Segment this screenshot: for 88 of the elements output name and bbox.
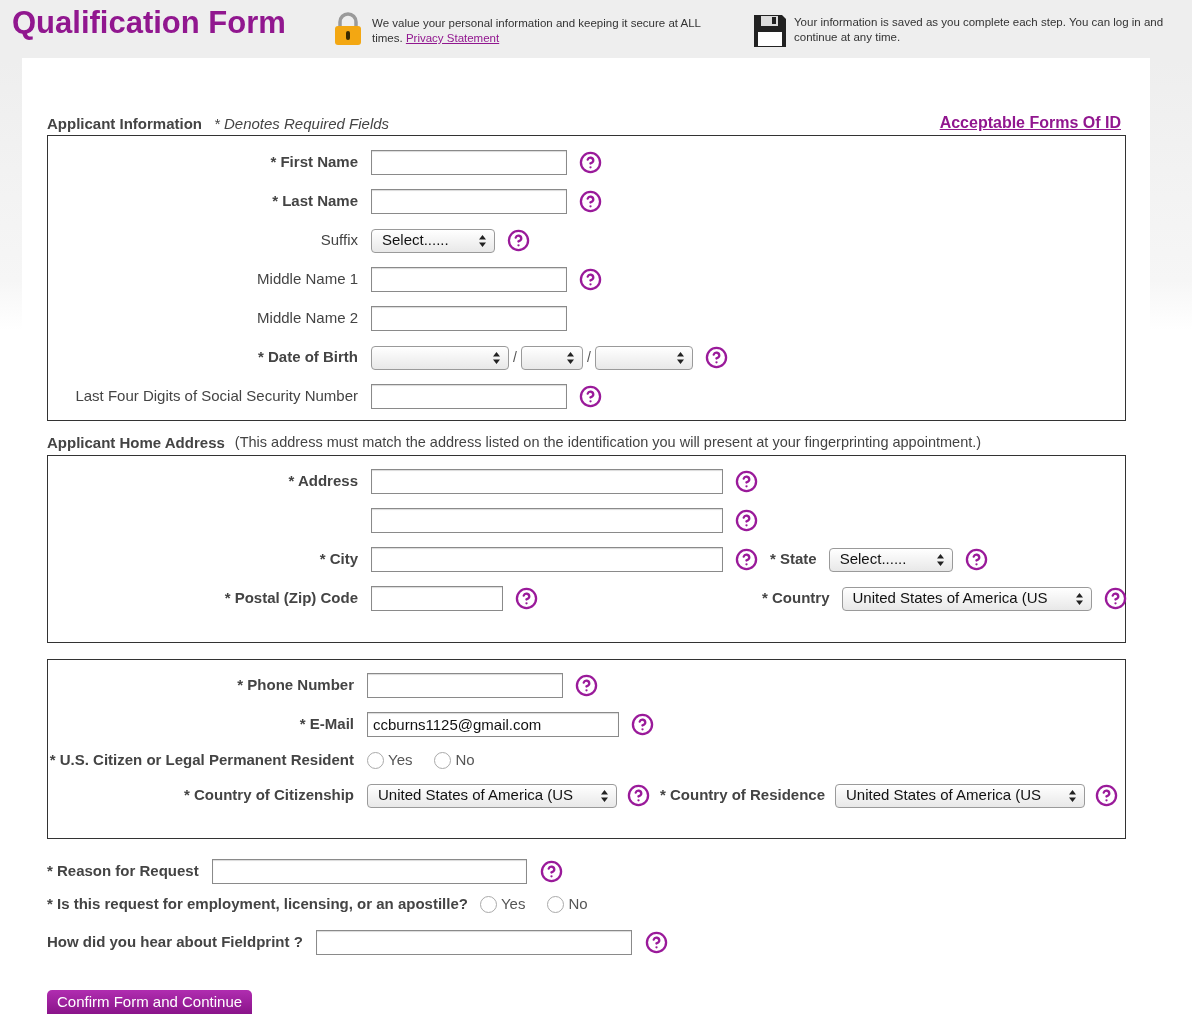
required-note: * Denotes Required Fields (214, 113, 390, 134)
field-label: * Last Name (271, 191, 358, 212)
up-down-arrows-icon (676, 351, 684, 364)
radio-option[interactable]: No (434, 748, 475, 772)
help-icon[interactable] (507, 229, 530, 252)
section-heading: Applicant Information (47, 113, 202, 134)
up-down-arrows-icon (479, 234, 486, 247)
field-label: * Country of Citizenship (183, 785, 354, 806)
field-label: * E-Mail (298, 714, 354, 735)
help-icon[interactable] (579, 190, 602, 213)
text-field[interactable] (315, 929, 632, 955)
help-icon[interactable] (735, 509, 758, 532)
field-label: * Country (762, 588, 830, 609)
text-field[interactable] (371, 267, 567, 292)
field-label: * Postal (Zip) Code (223, 588, 358, 609)
field-label: * First Name (269, 152, 358, 173)
text-field[interactable] (371, 469, 723, 494)
help-icon[interactable] (579, 385, 602, 408)
field-label: * Is this request for employment, licensing, or an apostille? (47, 893, 468, 914)
radio-option[interactable]: No (547, 892, 588, 916)
select-dropdown[interactable] (520, 345, 583, 370)
select-dropdown[interactable]: United States of America (US (367, 783, 617, 808)
page-title: Qualification Form (12, 4, 287, 42)
field-label: * Reason for Request (47, 860, 199, 881)
field-label: * U.S. Citizen or Legal Permanent Resident (48, 749, 354, 770)
privacy-notice: We value your personal information and keeping it secure at ALL times. Privacy Statement (372, 16, 702, 46)
help-icon[interactable] (631, 713, 654, 736)
radio-button[interactable] (434, 751, 452, 769)
field-label: Last Four Digits of Social Security Number (74, 386, 358, 407)
date-separator: / (586, 348, 591, 367)
field-label: Middle Name 1 (256, 269, 358, 290)
radio-button[interactable] (547, 895, 565, 913)
date-separator: / (513, 348, 517, 367)
help-icon[interactable] (579, 151, 602, 174)
text-field[interactable]: ccburns1125@gmail.com (367, 712, 619, 737)
help-icon[interactable] (964, 548, 988, 571)
field-label: * City (318, 549, 358, 570)
up-down-arrows-icon (493, 351, 500, 364)
radio-button[interactable] (479, 895, 497, 913)
section-heading: Applicant Home Address (47, 432, 225, 453)
radio-option[interactable]: Yes (479, 892, 526, 916)
select-dropdown[interactable] (594, 345, 693, 370)
help-icon[interactable] (515, 587, 538, 610)
up-down-arrows-icon (936, 553, 944, 566)
text-field[interactable] (371, 150, 567, 175)
help-icon[interactable] (704, 346, 728, 369)
text-field[interactable] (371, 547, 723, 572)
help-icon[interactable] (735, 470, 758, 493)
id-forms-link[interactable]: Acceptable Forms Of ID (939, 111, 1121, 135)
text-field[interactable] (371, 189, 567, 214)
text-field[interactable] (371, 508, 723, 533)
help-icon[interactable] (644, 930, 668, 954)
up-down-arrows-icon (1069, 789, 1077, 802)
help-icon[interactable] (575, 674, 598, 697)
select-dropdown[interactable]: Select...... (828, 547, 953, 572)
save-notice: Your information is saved as you complete each step. You can log in and continue at any time. (794, 15, 1164, 45)
confirm-button[interactable]: Confirm Form and Continue (47, 990, 253, 1014)
text-field[interactable] (371, 586, 503, 611)
privacy-link[interactable]: Privacy Statement (405, 32, 500, 44)
select-dropdown[interactable]: United States of America (US (841, 586, 1092, 611)
radio-button[interactable] (367, 751, 384, 769)
select-dropdown[interactable]: United States of America (US (835, 783, 1086, 808)
help-icon[interactable] (539, 859, 563, 883)
text-field[interactable] (367, 673, 563, 698)
text-field[interactable] (371, 306, 567, 331)
padlock-icon (334, 12, 362, 46)
up-down-arrows-icon (566, 351, 574, 364)
field-label: Middle Name 2 (256, 308, 358, 329)
select-dropdown[interactable] (371, 345, 509, 370)
address-note: (This address must match the address listed on the identification you will present at your fingerprinting appointment.) (234, 433, 982, 453)
field-label: * Date of Birth (257, 347, 358, 368)
field-label: * Phone Number (236, 675, 354, 696)
up-down-arrows-icon (1075, 592, 1083, 605)
text-field[interactable] (371, 384, 567, 409)
field-label: * State (770, 549, 817, 570)
help-icon[interactable] (579, 268, 602, 291)
text-field[interactable] (211, 858, 527, 884)
help-icon[interactable] (1103, 587, 1127, 610)
up-down-arrows-icon (601, 789, 608, 802)
help-icon[interactable] (735, 548, 758, 571)
select-dropdown[interactable]: Select...... (371, 228, 495, 253)
radio-option[interactable]: Yes (367, 748, 413, 772)
help-icon[interactable] (627, 784, 650, 807)
field-label: Suffix (319, 230, 358, 251)
help-icon[interactable] (1095, 784, 1119, 807)
field-label: How did you hear about Fieldprint ? (47, 931, 303, 952)
field-label: * Country of Residence (660, 785, 826, 806)
field-label: * Address (287, 471, 358, 492)
